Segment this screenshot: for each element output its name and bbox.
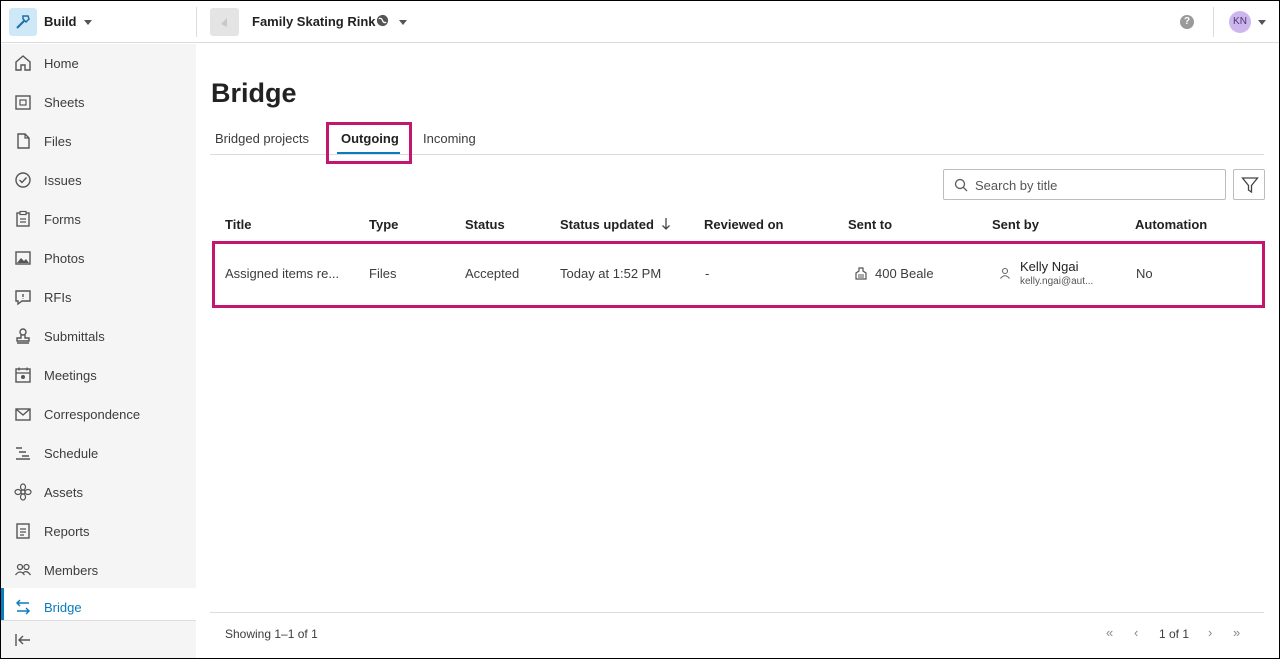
- main-content: Bridge Bridged projects Outgoing Incomin…: [196, 44, 1279, 658]
- reports-icon: [16, 523, 30, 539]
- sidebar-item-issues[interactable]: Issues: [1, 161, 196, 199]
- sidebar-item-reports[interactable]: Reports: [1, 512, 196, 550]
- sidebar-item-label: Members: [44, 562, 99, 578]
- sidebar-item-members[interactable]: Members: [1, 551, 196, 589]
- cell-status-updated: Today at 1:52 PM: [560, 266, 662, 281]
- correspondence-icon: [15, 408, 31, 421]
- page-indicator: 1 of 1: [1159, 627, 1190, 641]
- schedule-icon: [16, 447, 30, 460]
- page-title: Bridge: [211, 78, 297, 108]
- build-hammer-icon[interactable]: [9, 8, 37, 36]
- bridge-icon: [16, 599, 30, 615]
- cell-sent-by-name: Kelly Ngai: [1020, 259, 1079, 274]
- column-header-type[interactable]: Type: [369, 217, 398, 232]
- cell-title[interactable]: Assigned items re...: [225, 266, 339, 281]
- user-menu-chevron-icon[interactable]: [1258, 20, 1266, 25]
- column-header-automation[interactable]: Automation: [1135, 217, 1207, 232]
- submittals-icon: [16, 328, 30, 344]
- next-page-icon[interactable]: ›: [1208, 625, 1212, 640]
- globe-icon: [376, 14, 389, 27]
- footer-divider: [210, 612, 1264, 613]
- tab-bridged-projects[interactable]: Bridged projects: [215, 131, 309, 146]
- avatar[interactable]: KN: [1229, 11, 1251, 33]
- sidebar-item-schedule[interactable]: Schedule: [1, 434, 196, 472]
- assets-icon: [14, 483, 32, 501]
- issues-icon: [15, 172, 31, 188]
- sidebar-item-label: Schedule: [44, 445, 99, 461]
- last-page-icon[interactable]: »: [1233, 625, 1240, 640]
- column-header-sent-to[interactable]: Sent to: [848, 217, 892, 232]
- sidebar: Home Sheets Files Issues Forms Photos RF…: [1, 44, 196, 658]
- person-icon: [1000, 267, 1010, 279]
- divider: [196, 7, 197, 37]
- sort-descending-icon[interactable]: [661, 217, 671, 231]
- search-input[interactable]: [975, 176, 1215, 194]
- sidebar-item-label: Forms: [44, 211, 81, 227]
- first-page-icon[interactable]: «: [1106, 625, 1113, 640]
- sidebar-item-label: Photos: [44, 250, 85, 266]
- sidebar-item-rfis[interactable]: RFIs: [1, 278, 196, 316]
- filter-button[interactable]: [1233, 169, 1265, 200]
- sidebar-item-correspondence[interactable]: Correspondence: [1, 395, 196, 433]
- sidebar-item-files[interactable]: Files: [1, 122, 196, 160]
- sidebar-item-assets[interactable]: Assets: [1, 473, 196, 511]
- forms-icon: [16, 210, 30, 227]
- cell-reviewed-on: -: [705, 266, 710, 281]
- sidebar-item-label: Reports: [44, 523, 90, 539]
- project-switcher-chevron-icon[interactable]: [399, 20, 407, 25]
- home-icon: [15, 55, 31, 71]
- top-bar: Build Family Skating Rink ? KN: [1, 1, 1279, 43]
- sidebar-item-home[interactable]: Home: [1, 44, 196, 82]
- photos-icon: [15, 251, 31, 265]
- collapse-sidebar-icon: [15, 634, 30, 646]
- cell-type: Files: [369, 266, 397, 281]
- sheets-icon: [15, 95, 31, 110]
- sidebar-item-label: Meetings: [44, 367, 97, 383]
- sidebar-item-label: Assets: [44, 484, 84, 500]
- search-icon: [954, 178, 968, 192]
- cell-sent-to: 400 Beale: [875, 266, 934, 281]
- result-count: Showing 1–1 of 1: [225, 627, 318, 641]
- sidebar-item-sheets[interactable]: Sheets: [1, 83, 196, 121]
- column-header-status[interactable]: Status: [465, 217, 505, 232]
- highlight-box-tab: [326, 122, 412, 164]
- files-icon: [17, 133, 30, 149]
- tab-incoming[interactable]: Incoming: [423, 131, 476, 146]
- app-window: Build Family Skating Rink ? KN Home Shee…: [1, 1, 1279, 658]
- sidebar-item-label: RFIs: [44, 289, 72, 305]
- meetings-icon: [15, 367, 31, 383]
- search-box[interactable]: [943, 169, 1226, 200]
- app-name[interactable]: Build: [44, 14, 77, 29]
- app-switcher-chevron-icon[interactable]: [84, 20, 92, 25]
- project-name[interactable]: Family Skating Rink: [252, 14, 376, 29]
- column-header-title[interactable]: Title: [225, 217, 252, 232]
- sidebar-item-label: Correspondence: [44, 406, 141, 422]
- cell-sent-by-email: kelly.ngai@aut...: [1020, 276, 1094, 287]
- column-header-sent-by[interactable]: Sent by: [992, 217, 1039, 232]
- help-icon[interactable]: ?: [1180, 15, 1194, 29]
- previous-page-icon[interactable]: ‹: [1134, 625, 1138, 640]
- sidebar-item-meetings[interactable]: Meetings: [1, 356, 196, 394]
- column-header-status-updated[interactable]: Status updated: [560, 217, 654, 232]
- sidebar-item-label: Files: [44, 133, 72, 149]
- sidebar-item-label: Bridge: [44, 599, 82, 615]
- rfis-icon: [15, 290, 31, 306]
- sidebar-item-photos[interactable]: Photos: [1, 239, 196, 277]
- filter-icon: [1241, 177, 1259, 194]
- divider: [1213, 7, 1214, 37]
- project-thumbnail[interactable]: [210, 8, 239, 36]
- column-header-reviewed-on[interactable]: Reviewed on: [704, 217, 783, 232]
- sidebar-item-label: Issues: [44, 172, 82, 188]
- sidebar-item-label: Submittals: [44, 328, 105, 344]
- building-icon: [855, 267, 867, 280]
- sidebar-item-label: Sheets: [44, 94, 85, 110]
- sidebar-item-forms[interactable]: Forms: [1, 200, 196, 238]
- sidebar-item-submittals[interactable]: Submittals: [1, 317, 196, 355]
- members-icon: [14, 563, 32, 576]
- sidebar-item-label: Home: [44, 55, 79, 71]
- cell-automation: No: [1136, 266, 1153, 281]
- cell-status: Accepted: [465, 266, 520, 281]
- collapse-sidebar-button[interactable]: [1, 620, 196, 658]
